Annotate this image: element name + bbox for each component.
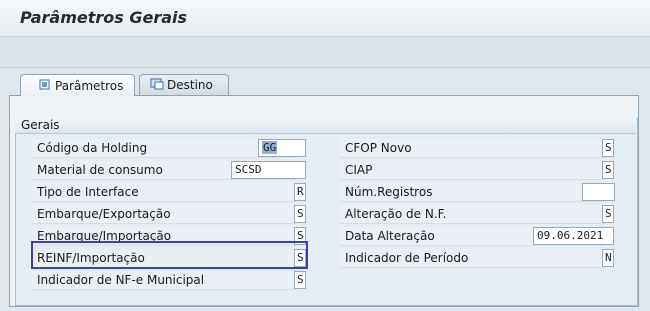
nfe-municipal-field[interactable]: S (294, 271, 306, 289)
ciap-field[interactable]: S (602, 161, 614, 179)
label-reinf-importacao: REINF/Importação (32, 249, 298, 268)
embarque-importacao-field[interactable]: S (294, 227, 306, 245)
alteracao-nf-field[interactable]: S (602, 205, 614, 223)
label-cfop-novo: CFOP Novo (340, 139, 605, 158)
screen-tab-icon (150, 78, 164, 93)
codigo-holding-value: GG (262, 141, 278, 154)
tab-destino-label: Destino (167, 78, 213, 92)
label-alteracao-nf: Alteração de N.F. (340, 205, 605, 224)
cfop-novo-field[interactable]: S (602, 139, 614, 157)
embarque-exportacao-field[interactable]: S (294, 205, 306, 223)
label-indicador-periodo: Indicador de Período (340, 249, 605, 268)
material-consumo-field[interactable]: SCSD (231, 161, 306, 179)
application-toolbar (0, 37, 650, 68)
tab-parametros-label: Parâmetros (55, 78, 124, 93)
tipo-interface-field[interactable]: R (294, 183, 306, 201)
indicador-periodo-field[interactable]: N (602, 249, 614, 267)
data-alteracao-field[interactable]: 09.06.2021 (533, 227, 614, 245)
label-embarque-exportacao: Embarque/Exportação (32, 205, 298, 224)
tab-parametros[interactable]: Parâmetros (20, 74, 135, 96)
label-embarque-importacao: Embarque/Importação (32, 227, 298, 246)
codigo-holding-field[interactable]: GG (258, 139, 306, 157)
label-tipo-interface: Tipo de Interface (32, 183, 298, 202)
label-ciap: CIAP (340, 161, 605, 180)
title-bar: Parâmetros Gerais (0, 0, 650, 37)
tab-destino[interactable]: Destino (139, 74, 229, 95)
document-tab-icon (39, 79, 50, 93)
window-title: Parâmetros Gerais (20, 8, 188, 27)
group-header: Gerais (15, 118, 636, 134)
num-registros-field[interactable] (582, 183, 615, 201)
reinf-importacao-field[interactable]: S (294, 249, 306, 267)
label-num-registros: Núm.Registros (340, 183, 605, 202)
label-nfe-municipal: Indicador de NF-e Municipal (32, 271, 298, 290)
group-title: Gerais (21, 118, 60, 132)
